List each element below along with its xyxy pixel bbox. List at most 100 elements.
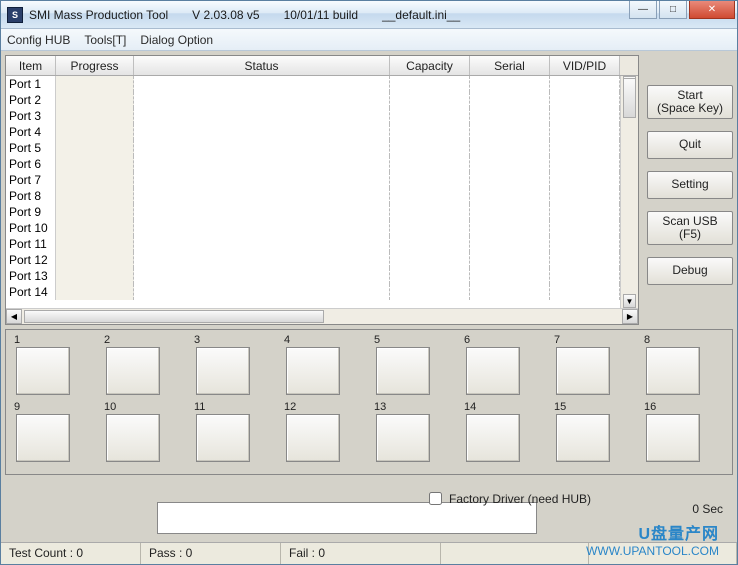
slot-button-3[interactable] (196, 347, 250, 395)
quit-button[interactable]: Quit (647, 131, 733, 159)
cell-capacity (390, 268, 470, 284)
cell-vidpid (550, 204, 620, 220)
cell-progress (56, 204, 134, 220)
maximize-button[interactable]: □ (659, 1, 687, 19)
title-version: V 2.03.08 v5 (192, 8, 259, 22)
table-row[interactable]: Port 10 (6, 220, 620, 236)
app-icon: S (7, 7, 23, 23)
cell-item: Port 13 (6, 268, 56, 284)
slot-button-10[interactable] (106, 414, 160, 462)
slot-button-7[interactable] (556, 347, 610, 395)
menu-config-hub[interactable]: Config HUB (7, 33, 70, 47)
slot-button-9[interactable] (16, 414, 70, 462)
slot-button-8[interactable] (646, 347, 700, 395)
slot-1: 1 (12, 334, 86, 395)
slot-13: 13 (372, 401, 446, 462)
scroll-left-icon[interactable]: ◀ (6, 309, 22, 324)
slot-button-11[interactable] (196, 414, 250, 462)
slot-6: 6 (462, 334, 536, 395)
col-header-status[interactable]: Status (134, 56, 390, 75)
vscroll-thumb[interactable] (623, 78, 636, 118)
start-button[interactable]: Start (Space Key) (647, 85, 733, 119)
slot-button-1[interactable] (16, 347, 70, 395)
cell-serial (470, 188, 550, 204)
col-header-serial[interactable]: Serial (470, 56, 550, 75)
col-header-progress[interactable]: Progress (56, 56, 134, 75)
close-button[interactable]: ✕ (689, 1, 735, 19)
cell-capacity (390, 156, 470, 172)
col-header-capacity[interactable]: Capacity (390, 56, 470, 75)
table-row[interactable]: Port 4 (6, 124, 620, 140)
hscroll-thumb[interactable] (24, 310, 324, 323)
scroll-right-icon[interactable]: ▶ (622, 309, 638, 324)
cell-capacity (390, 172, 470, 188)
slot-number: 10 (102, 401, 176, 413)
table-row[interactable]: Port 1 (6, 76, 620, 92)
slot-number: 15 (552, 401, 626, 413)
menu-tools[interactable]: Tools[T] (84, 33, 126, 47)
table-row[interactable]: Port 13 (6, 268, 620, 284)
vertical-scrollbar[interactable]: ▲ ▼ (620, 76, 638, 308)
table-row[interactable]: Port 12 (6, 252, 620, 268)
slot-number: 5 (372, 334, 446, 346)
factory-driver-checkbox[interactable] (429, 492, 442, 505)
slot-button-15[interactable] (556, 414, 610, 462)
table-row[interactable]: Port 11 (6, 236, 620, 252)
cell-vidpid (550, 252, 620, 268)
setting-button[interactable]: Setting (647, 171, 733, 199)
col-header-scroll-spacer (620, 56, 638, 75)
cell-progress (56, 172, 134, 188)
table-row[interactable]: Port 3 (6, 108, 620, 124)
slot-16: 16 (642, 401, 716, 462)
slot-number: 16 (642, 401, 716, 413)
cell-item: Port 1 (6, 76, 56, 92)
table-row[interactable]: Port 6 (6, 156, 620, 172)
minimize-button[interactable]: — (629, 1, 657, 19)
cell-vidpid (550, 236, 620, 252)
slot-number: 2 (102, 334, 176, 346)
cell-serial (470, 124, 550, 140)
table-row[interactable]: Port 7 (6, 172, 620, 188)
table-row[interactable]: Port 5 (6, 140, 620, 156)
cell-item: Port 12 (6, 252, 56, 268)
cell-status (134, 268, 390, 284)
slot-15: 15 (552, 401, 626, 462)
slot-button-16[interactable] (646, 414, 700, 462)
cell-status (134, 140, 390, 156)
slot-number: 12 (282, 401, 356, 413)
cell-vidpid (550, 108, 620, 124)
slot-5: 5 (372, 334, 446, 395)
table-row[interactable]: Port 8 (6, 188, 620, 204)
horizontal-scrollbar[interactable]: ◀ ▶ (6, 308, 638, 324)
cell-progress (56, 284, 134, 300)
timer-label: 0 Sec (692, 502, 723, 516)
slot-number: 14 (462, 401, 536, 413)
slot-button-14[interactable] (466, 414, 520, 462)
slot-button-2[interactable] (106, 347, 160, 395)
slot-10: 10 (102, 401, 176, 462)
slot-button-4[interactable] (286, 347, 340, 395)
table-row[interactable]: Port 9 (6, 204, 620, 220)
slot-button-5[interactable] (376, 347, 430, 395)
menu-dialog-option[interactable]: Dialog Option (140, 33, 213, 47)
col-header-vidpid[interactable]: VID/PID (550, 56, 620, 75)
slot-button-6[interactable] (466, 347, 520, 395)
table-row[interactable]: Port 2 (6, 92, 620, 108)
cell-item: Port 6 (6, 156, 56, 172)
cell-progress (56, 108, 134, 124)
slot-button-13[interactable] (376, 414, 430, 462)
cell-capacity (390, 76, 470, 92)
title-app-name: SMI Mass Production Tool (29, 8, 168, 22)
col-header-item[interactable]: Item (6, 56, 56, 75)
cell-item: Port 3 (6, 108, 56, 124)
cell-item: Port 14 (6, 284, 56, 300)
status-empty-2 (589, 543, 737, 564)
slot-button-12[interactable] (286, 414, 340, 462)
scroll-down-icon[interactable]: ▼ (623, 294, 636, 308)
cell-progress (56, 236, 134, 252)
debug-button[interactable]: Debug (647, 257, 733, 285)
scan-usb-button[interactable]: Scan USB (F5) (647, 211, 733, 245)
table-row[interactable]: Port 14 (6, 284, 620, 300)
cell-progress (56, 92, 134, 108)
cell-capacity (390, 124, 470, 140)
